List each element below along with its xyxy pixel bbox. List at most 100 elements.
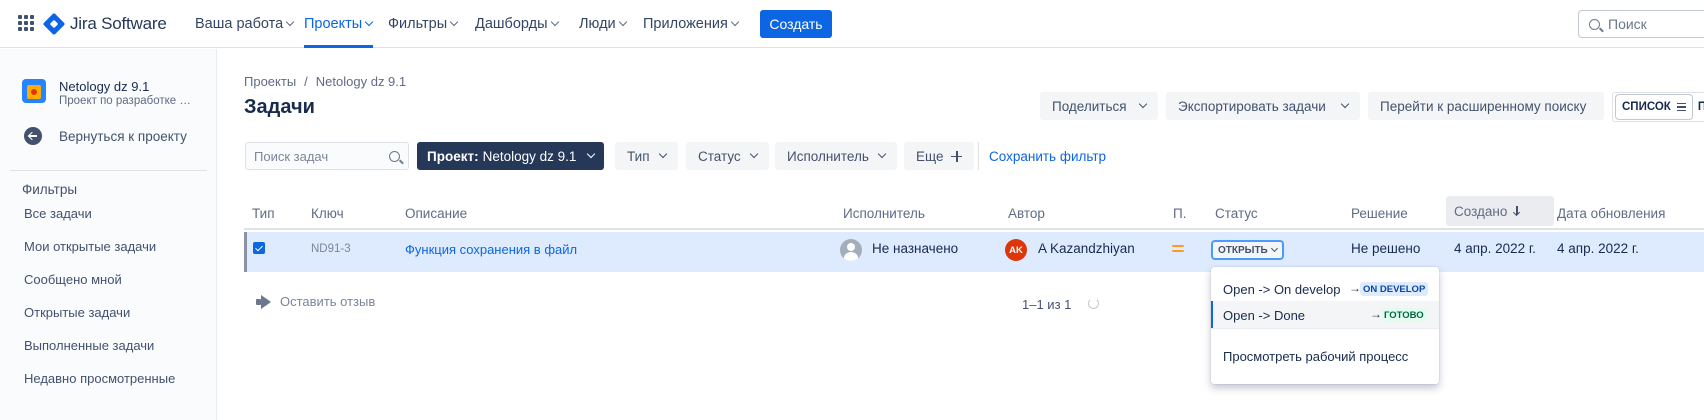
nav-people[interactable]: Люди [579, 14, 627, 34]
chevron-down-icon [1340, 99, 1350, 109]
author-avatar: AK [1005, 239, 1027, 261]
search-icon [1589, 18, 1600, 30]
breadcrumb-separator: / [304, 74, 308, 89]
back-to-project-link[interactable]: Вернуться к проекту [24, 127, 187, 145]
active-nav-indicator [304, 45, 373, 48]
breadcrumb-projects[interactable]: Проекты [244, 74, 296, 89]
filter-divider [978, 142, 979, 170]
column-updated[interactable]: Дата обновления [1557, 206, 1665, 221]
nav-apps[interactable]: Приложения [643, 14, 740, 34]
status-filter-label: Статус [698, 148, 741, 164]
share-label: Поделиться [1052, 98, 1127, 114]
column-created[interactable]: Создано [1446, 196, 1554, 226]
project-filter[interactable]: Проект: Netology dz 9.1 [417, 142, 605, 170]
give-feedback-button[interactable]: Оставить отзыв [256, 294, 375, 309]
assignee-filter[interactable]: Исполнитель [775, 142, 897, 170]
issue-type-task-icon [253, 242, 265, 254]
list-view-label: СПИСОК [1622, 101, 1671, 113]
nav-label: Приложения [643, 16, 728, 32]
more-filters-button[interactable]: Еще [904, 142, 975, 170]
column-assignee[interactable]: Исполнитель [843, 206, 925, 221]
column-priority[interactable]: П. [1173, 206, 1186, 221]
issue-created: 4 апр. 2022 г. [1454, 241, 1536, 256]
chevron-down-icon [749, 149, 758, 159]
nav-projects[interactable]: Проекты [304, 14, 374, 34]
nav-label: Проекты [304, 16, 363, 32]
view-workflow-link[interactable]: Просмотреть рабочий процесс [1211, 342, 1439, 370]
sidebar-project-name: Netology dz 9.1 [59, 79, 150, 94]
nav-dashboards[interactable]: Дашборды [475, 14, 559, 34]
sidebar-item-my-open-issues[interactable]: Мои открытые задачи [24, 239, 156, 254]
issue-reporter: A Kazandzhiyan [1038, 241, 1135, 256]
jira-logo[interactable]: Jira Software [42, 12, 167, 36]
sidebar-item-reported-by-me[interactable]: Сообщено мной [24, 272, 122, 287]
chevron-down-icon [587, 149, 596, 159]
export-issues-button[interactable]: Экспортировать задачи [1166, 92, 1360, 120]
nav-filters[interactable]: Фильтры [388, 14, 459, 34]
column-reporter[interactable]: Автор [1008, 206, 1045, 221]
chevron-down-icon [1138, 99, 1148, 109]
more-filters-label: Еще [916, 148, 944, 164]
top-navigation: Jira Software Ваша работа Проекты Фильтр… [0, 0, 1704, 48]
breadcrumb: Проекты / Netology dz 9.1 [244, 74, 406, 89]
project-filter-value: Netology dz 9.1 [482, 148, 577, 164]
project-avatar [22, 79, 46, 103]
column-status[interactable]: Статус [1215, 206, 1258, 221]
column-summary[interactable]: Описание [405, 206, 467, 221]
chevron-down-icon [449, 17, 459, 27]
assignee-filter-label: Исполнитель [787, 148, 869, 164]
app-switcher-icon[interactable] [18, 15, 34, 31]
list-view-button[interactable]: СПИСОК [1616, 95, 1692, 119]
global-search-input[interactable]: Поиск [1578, 10, 1704, 38]
issue-search-input[interactable]: Поиск задач [245, 142, 409, 170]
search-placeholder: Поиск [1608, 16, 1647, 32]
status-filter[interactable]: Статус [686, 142, 769, 170]
status-transition-menu: Open -> On develop → ON DEVELOP Open -> … [1211, 267, 1439, 384]
priority-medium-icon [1172, 244, 1184, 253]
nav-label: Люди [579, 16, 616, 32]
feedback-label: Оставить отзыв [280, 294, 376, 309]
type-filter[interactable]: Тип [615, 142, 678, 170]
column-created-label: Создано [1454, 203, 1508, 219]
arrow-left-icon [24, 127, 42, 145]
detail-view-button[interactable]: П [1698, 101, 1704, 113]
column-type[interactable]: Тип [252, 206, 275, 221]
chevron-down-icon [730, 17, 740, 27]
chevron-down-icon [658, 149, 667, 159]
share-button[interactable]: Поделиться [1040, 92, 1158, 120]
breadcrumb-project[interactable]: Netology dz 9.1 [316, 74, 406, 89]
jira-logo-icon [42, 12, 66, 36]
issue-key[interactable]: ND91-3 [311, 243, 351, 255]
status-transition-button[interactable]: ОТКРЫТЬ [1211, 240, 1284, 260]
status-lozenge-done: ГОТОВО [1381, 308, 1427, 322]
status-lozenge-on-develop: ON DEVELOP [1360, 282, 1429, 296]
sidebar-item-recently-viewed[interactable]: Недавно просмотренные [24, 371, 175, 386]
type-filter-label: Тип [627, 148, 650, 164]
chevron-down-icon [1270, 244, 1278, 253]
nav-label: Фильтры [388, 16, 448, 32]
column-resolution[interactable]: Решение [1351, 206, 1408, 221]
issue-summary-link[interactable]: Функция сохранения в файл [405, 242, 577, 257]
save-filter-link[interactable]: Сохранить фильтр [989, 149, 1106, 164]
search-icon [389, 150, 400, 162]
issue-resolution: Не решено [1351, 241, 1421, 256]
logo-text: Jira Software [70, 14, 167, 33]
sidebar-item-done-issues[interactable]: Выполненные задачи [24, 338, 154, 353]
sidebar-project-type: Проект по разработке … [59, 95, 191, 107]
sidebar-item-open-issues[interactable]: Открытые задачи [24, 305, 130, 320]
refresh-icon[interactable] [1088, 298, 1099, 309]
chevron-down-icon [550, 17, 559, 27]
table-header-divider [244, 228, 1704, 230]
view-workflow-label: Просмотреть рабочий процесс [1223, 348, 1409, 364]
back-label: Вернуться к проекту [59, 128, 187, 144]
column-key[interactable]: Ключ [311, 206, 344, 221]
create-button[interactable]: Создать [760, 10, 832, 38]
megaphone-icon [256, 295, 272, 309]
sidebar-filters-heading: Фильтры [22, 182, 78, 197]
pagination-count: 1–1 из 1 [1022, 297, 1072, 312]
project-filter-prefix: Проект: [427, 148, 479, 164]
sidebar-item-all-issues[interactable]: Все задачи [24, 206, 92, 221]
nav-your-work[interactable]: Ваша работа [195, 14, 295, 34]
advanced-search-button[interactable]: Перейти к расширенному поиску [1368, 92, 1604, 120]
menu-divider [1211, 328, 1439, 329]
